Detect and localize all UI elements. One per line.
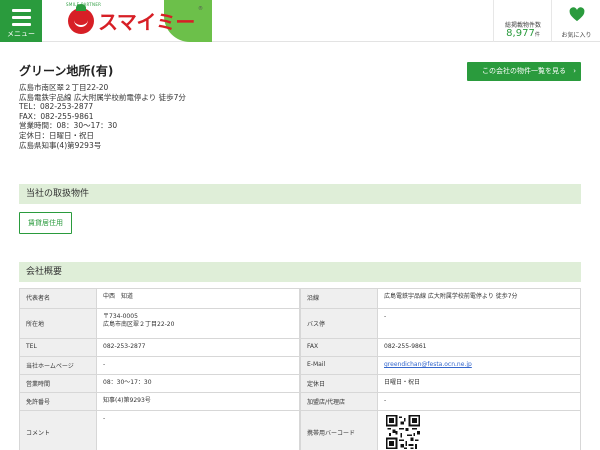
table-row: TEL 082-253-2877 FAX 082-255-9861 (19, 338, 581, 356)
label-holidays: 定休日 (300, 375, 378, 392)
chevron-right-icon: › (573, 67, 576, 75)
site-header: メニュー SMILE PARTNER スマイミー ® 総掲載物件数 8,977件… (0, 0, 600, 42)
total-listings-value: 8,977件 (506, 28, 540, 39)
company-access: 広島電鉄宇品線 広大附属学校前電停より 徒歩7分 (19, 92, 186, 102)
site-logo[interactable]: SMILE PARTNER スマイミー ® (42, 0, 212, 42)
value-address: 〒734-0005 広島市南区翠２丁目22-20 (97, 309, 300, 338)
label-address: 所在地 (19, 309, 97, 338)
company-name: グリーン地所(有) (19, 64, 114, 78)
hamburger-icon (12, 9, 31, 30)
company-listings-button[interactable]: この会社の物件一覧を見る › (467, 62, 581, 81)
value-bus-stop: - (378, 309, 581, 338)
company-fax: FAX：082-255-9861 (19, 111, 94, 121)
label-homepage: 当社ホームページ (19, 357, 97, 374)
company-holidays: 定休日：日曜日・祝日 (19, 130, 94, 140)
company-overview-table: 代表者名 中西 知道 沿線 広島電鉄宇品線 広大附属学校前電停より 徒歩7分 所… (19, 288, 581, 450)
label-mobile-barcode: 携帯用バーコード (300, 411, 378, 450)
value-comment: - (97, 411, 300, 450)
value-email: greendichan@festa.ocn.ne.jp (378, 357, 581, 374)
table-row: 免許番号 知事(4)第9293号 加盟店/代理店 - (19, 392, 581, 410)
rental-residential-button[interactable]: 賃貸居住用 (19, 212, 72, 234)
total-listings: 総掲載物件数 8,977件 (493, 0, 551, 42)
logo-text: スマイミー (98, 10, 195, 34)
heart-icon (569, 7, 585, 22)
label-affiliate: 加盟店/代理店 (300, 393, 378, 410)
properties-section-title: 当社の取扱物件 (19, 184, 581, 204)
table-row: 営業時間 08：30～17：30 定休日 日曜日・祝日 (19, 374, 581, 392)
label-representative: 代表者名 (19, 289, 97, 308)
value-license: 知事(4)第9293号 (97, 393, 300, 410)
label-tel: TEL (19, 339, 97, 356)
company-listings-label: この会社の物件一覧を見る (482, 67, 566, 75)
overview-section-title: 会社概要 (19, 262, 581, 282)
qr-code-icon (386, 415, 420, 449)
value-holidays: 日曜日・祝日 (378, 375, 581, 392)
company-tel: TEL：082-253-2877 (19, 102, 94, 112)
label-license: 免許番号 (19, 393, 97, 410)
company-address: 広島市南区翠２丁目22-20 (19, 83, 109, 92)
company-license: 広島県知事(4)第9293号 (19, 140, 102, 150)
label-line: 沿線 (300, 289, 378, 308)
value-line: 広島電鉄宇品線 広大附属学校前電停より 徒歩7分 (378, 289, 581, 308)
value-fax: 082-255-9861 (378, 339, 581, 356)
menu-button[interactable]: メニュー (0, 0, 42, 42)
table-row: コメント - 携帯用バーコード (19, 410, 581, 450)
table-row: 所在地 〒734-0005 広島市南区翠２丁目22-20 バス停 - (19, 308, 581, 338)
company-info: 広島市南区翠２丁目22-20 広島電鉄宇品線 広大附属学校前電停より 徒歩7分 … (19, 83, 186, 150)
table-row: 代表者名 中西 知道 沿線 広島電鉄宇品線 広大附属学校前電停より 徒歩7分 (19, 288, 581, 308)
company-hours: 営業時間：08：30～17：30 (19, 121, 118, 131)
favorites-label: お気に入り (561, 32, 592, 39)
logo-mascot-icon (68, 4, 94, 34)
menu-label: メニュー (7, 30, 35, 38)
logo-registered-mark: ® (198, 6, 203, 12)
label-bus-stop: バス停 (300, 309, 378, 338)
label-email: E-Mail (300, 357, 378, 374)
value-affiliate: - (378, 393, 581, 410)
email-link[interactable]: greendichan@festa.ocn.ne.jp (384, 361, 574, 369)
table-row: 当社ホームページ - E-Mail greendichan@festa.ocn.… (19, 356, 581, 374)
value-business-hours: 08：30～17：30 (97, 375, 300, 392)
value-mobile-barcode (378, 411, 581, 450)
favorites-button[interactable]: お気に入り (551, 0, 600, 42)
label-business-hours: 営業時間 (19, 375, 97, 392)
label-comment: コメント (19, 411, 97, 450)
value-homepage: - (97, 357, 300, 374)
value-representative: 中西 知道 (97, 289, 300, 308)
value-tel: 082-253-2877 (97, 339, 300, 356)
label-fax: FAX (300, 339, 378, 356)
